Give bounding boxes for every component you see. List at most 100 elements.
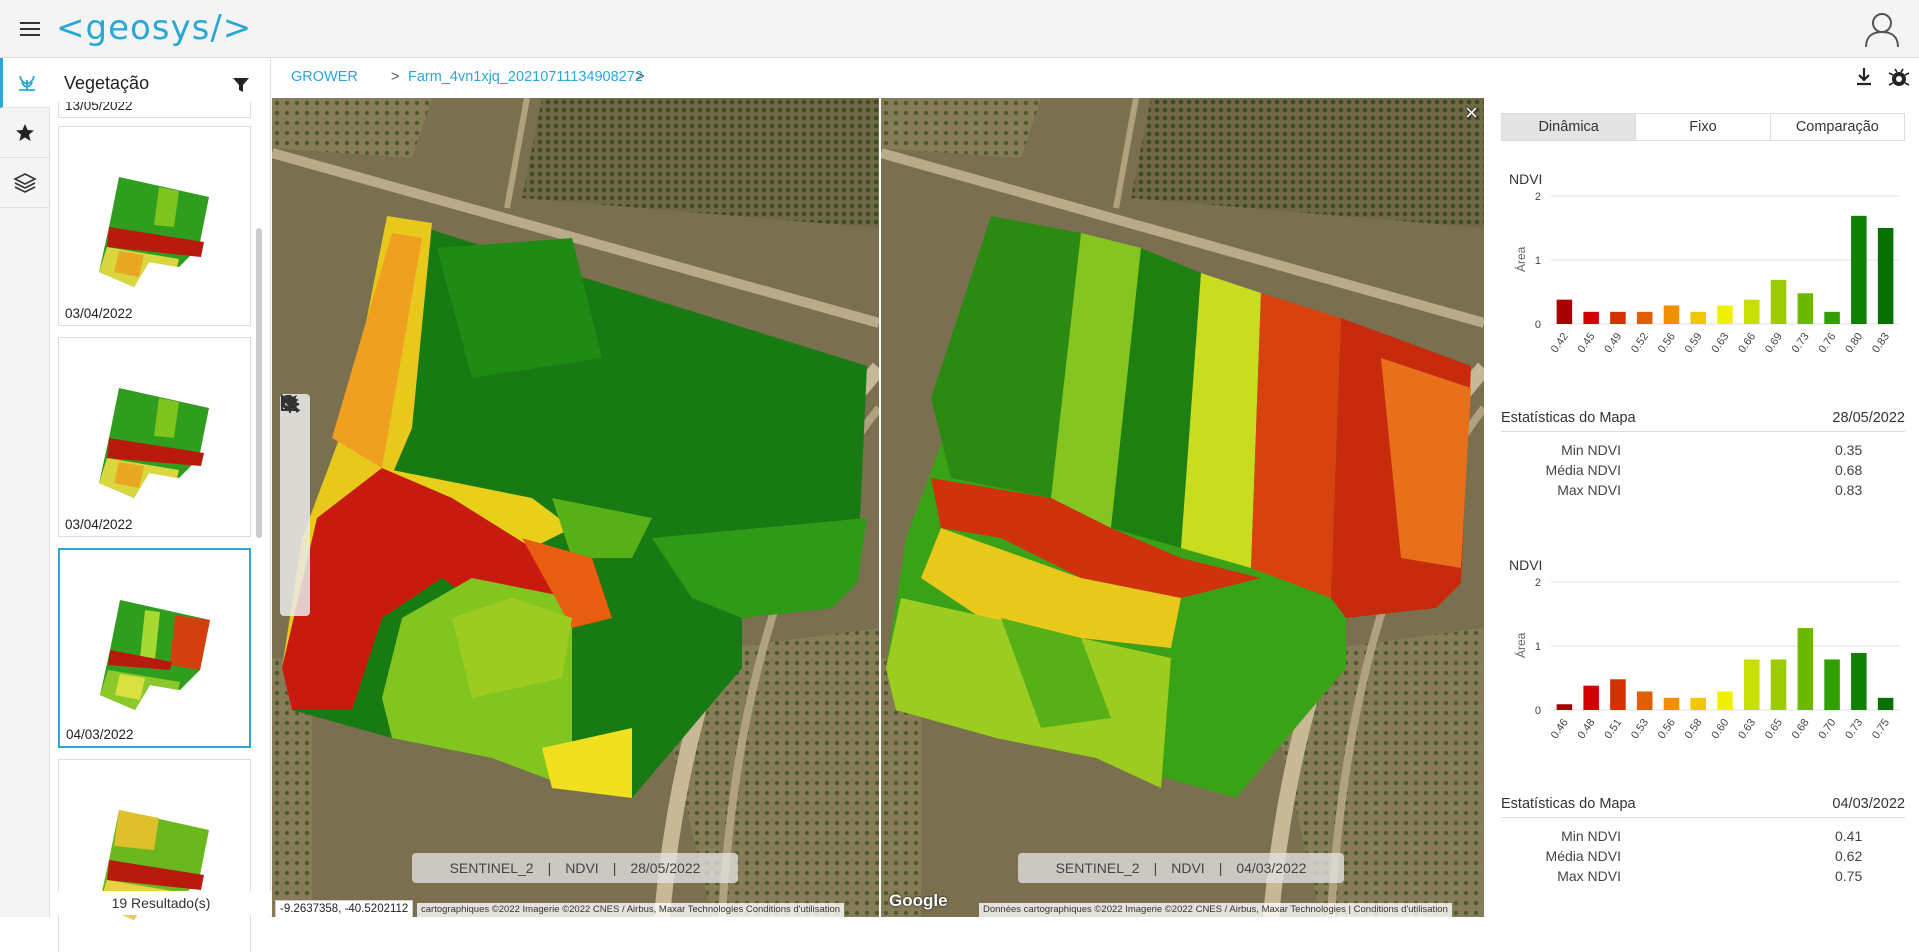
layers-tab[interactable]: [0, 158, 50, 208]
histogram-bar[interactable]: [1717, 305, 1733, 324]
breadcrumb-grower[interactable]: GROWER: [291, 69, 358, 85]
navigate-tool[interactable]: [281, 395, 308, 522]
x-tick-label: 0.63: [1709, 331, 1731, 355]
sensor-label: SENTINEL_2: [449, 860, 534, 876]
x-tick-label: 0.52: [1629, 331, 1651, 355]
image-card-selected[interactable]: 04/03/2022: [58, 548, 251, 748]
index-label: NDVI: [1171, 860, 1205, 876]
x-tick-label: 0.51: [1602, 717, 1624, 741]
image-card[interactable]: 03/04/2022: [58, 337, 251, 537]
cursor-coordinates: -9.2637358, -40.5202112: [275, 900, 414, 917]
map-statistics: Estatísticas do Mapa 28/05/2022 Min NDVI…: [1501, 410, 1905, 500]
favorites-tab[interactable]: [0, 108, 50, 158]
vegetation-icon: [18, 75, 35, 91]
histogram-bar[interactable]: [1636, 691, 1653, 710]
image-list: 13/05/2022 03/04/2022 03/04/2022 04/03/2…: [55, 102, 261, 952]
menu-icon[interactable]: [20, 22, 40, 36]
left-rail: [0, 58, 50, 917]
x-tick-label: 0.60: [1709, 717, 1731, 741]
histogram-bar[interactable]: [1877, 697, 1894, 710]
search-tool[interactable]: [281, 395, 308, 553]
histogram-bar[interactable]: [1663, 697, 1680, 710]
tab-dinamica[interactable]: Dinâmica: [1502, 114, 1637, 140]
stat-key: Max NDVI: [1557, 868, 1621, 884]
x-tick-label: 0.65: [1763, 717, 1785, 741]
stat-row: Min NDVI 0.41: [1501, 826, 1905, 846]
panel-title: Vegetação: [64, 73, 150, 93]
field-thumbnail: [99, 388, 209, 498]
y-tick-label: 2: [1535, 191, 1541, 203]
ndvi-histogram: NDVI Área 0 1 2 0.42 0.45 0.49 0.52 0.56 0.59 0.63 0…: [1501, 168, 1909, 400]
histogram-bar[interactable]: [1663, 305, 1680, 324]
y-tick-label: 1: [1535, 641, 1541, 653]
ndvi-histogram: NDVI Área 0 1 2 0.46 0.48 0.51 0.53 0.56 0.58 0.60 0…: [1501, 554, 1909, 786]
map-attribution: cartographiques ©2022 Imagerie ©2022 CNE…: [417, 903, 845, 917]
settings-bug-icon[interactable]: [1887, 67, 1911, 89]
histogram-bar[interactable]: [1797, 293, 1814, 324]
histogram-bar[interactable]: [1610, 679, 1626, 710]
map-right[interactable]: × SENTINEL_2 | NDVI | 04/03/2022 Google …: [881, 98, 1484, 917]
tab-fixo[interactable]: Fixo: [1636, 114, 1771, 140]
download-icon[interactable]: [1855, 67, 1873, 87]
locate-tool[interactable]: [281, 395, 308, 615]
histogram-bar[interactable]: [1717, 691, 1733, 710]
zoom-out-tool[interactable]: [281, 395, 308, 491]
histogram-bar[interactable]: [1770, 279, 1787, 324]
y-axis-label: Área: [1513, 632, 1528, 658]
breadcrumb-farm[interactable]: Farm_4vn1xjq_20210711134908272: [408, 69, 643, 85]
x-tick-label: 0.69: [1763, 331, 1785, 355]
card-date: 13/05/2022: [65, 102, 133, 113]
stat-key: Max NDVI: [1557, 482, 1621, 498]
y-axis-label: Área: [1513, 246, 1528, 272]
image-card[interactable]: 13/05/2022: [58, 102, 251, 118]
vegetation-tab[interactable]: [0, 58, 50, 108]
x-tick-label: 0.75: [1870, 717, 1892, 741]
stat-value: 0.62: [1835, 848, 1863, 864]
histogram-bar[interactable]: [1556, 704, 1573, 710]
histogram-bar[interactable]: [1877, 228, 1894, 324]
tab-comparacao[interactable]: Comparação: [1771, 114, 1904, 140]
x-tick-label: 0.58: [1683, 717, 1705, 741]
measure-tool[interactable]: [281, 394, 308, 584]
histogram-bar[interactable]: [1797, 628, 1814, 710]
stats-header: Estatísticas do Mapa 28/05/2022: [1501, 410, 1905, 432]
filter-icon[interactable]: [232, 76, 250, 94]
user-icon[interactable]: [1863, 10, 1901, 48]
histogram-bar[interactable]: [1744, 299, 1760, 324]
histogram-bar[interactable]: [1851, 653, 1867, 710]
histogram-bar[interactable]: [1583, 685, 1599, 710]
close-compare-icon[interactable]: ×: [1465, 100, 1478, 126]
stats-header: Estatísticas do Mapa 04/03/2022: [1501, 796, 1905, 818]
stat-value: 0.41: [1835, 828, 1863, 844]
map-right-imagery: [881, 98, 1484, 917]
histogram-bar[interactable]: [1556, 299, 1573, 324]
histogram-bar[interactable]: [1824, 659, 1840, 710]
stat-value: 0.83: [1835, 482, 1863, 498]
geosys-logo[interactable]: <geosys/>: [56, 8, 252, 48]
zoom-in-tool[interactable]: [281, 395, 308, 460]
histogram-title: NDVI: [1509, 557, 1542, 573]
card-date: 04/03/2022: [66, 727, 134, 742]
stats-date: 28/05/2022: [1832, 410, 1905, 426]
histogram-bar[interactable]: [1690, 311, 1706, 324]
list-scrollbar[interactable]: [256, 228, 262, 538]
histogram-bar[interactable]: [1851, 215, 1867, 324]
histogram-title: NDVI: [1509, 171, 1542, 187]
histogram-bar[interactable]: [1824, 311, 1840, 324]
histogram-bar[interactable]: [1770, 659, 1787, 710]
map-left[interactable]: SENTINEL_2 | NDVI | 28/05/2022 cartograp…: [272, 98, 879, 917]
date-label: 28/05/2022: [630, 860, 701, 876]
image-list-panel: Vegetação 13/05/2022 03/04/2022 03/04/20…: [51, 58, 271, 952]
x-tick-label: 0.68: [1790, 717, 1812, 741]
image-card[interactable]: 03/04/2022: [58, 126, 251, 326]
histogram-bar[interactable]: [1636, 311, 1653, 324]
label-separator: |: [1218, 860, 1223, 876]
stats-title: Estatísticas do Mapa: [1501, 796, 1636, 812]
histogram-bar[interactable]: [1583, 311, 1599, 324]
x-tick-label: 0.48: [1575, 717, 1597, 741]
histogram-bar[interactable]: [1690, 697, 1706, 710]
stats-panel: Dinâmica Fixo Comparação NDVI Área 0 1 2 0.42…: [1485, 98, 1919, 917]
histogram-bar[interactable]: [1610, 311, 1626, 324]
image-card[interactable]: [58, 759, 251, 952]
histogram-bar[interactable]: [1744, 659, 1760, 710]
